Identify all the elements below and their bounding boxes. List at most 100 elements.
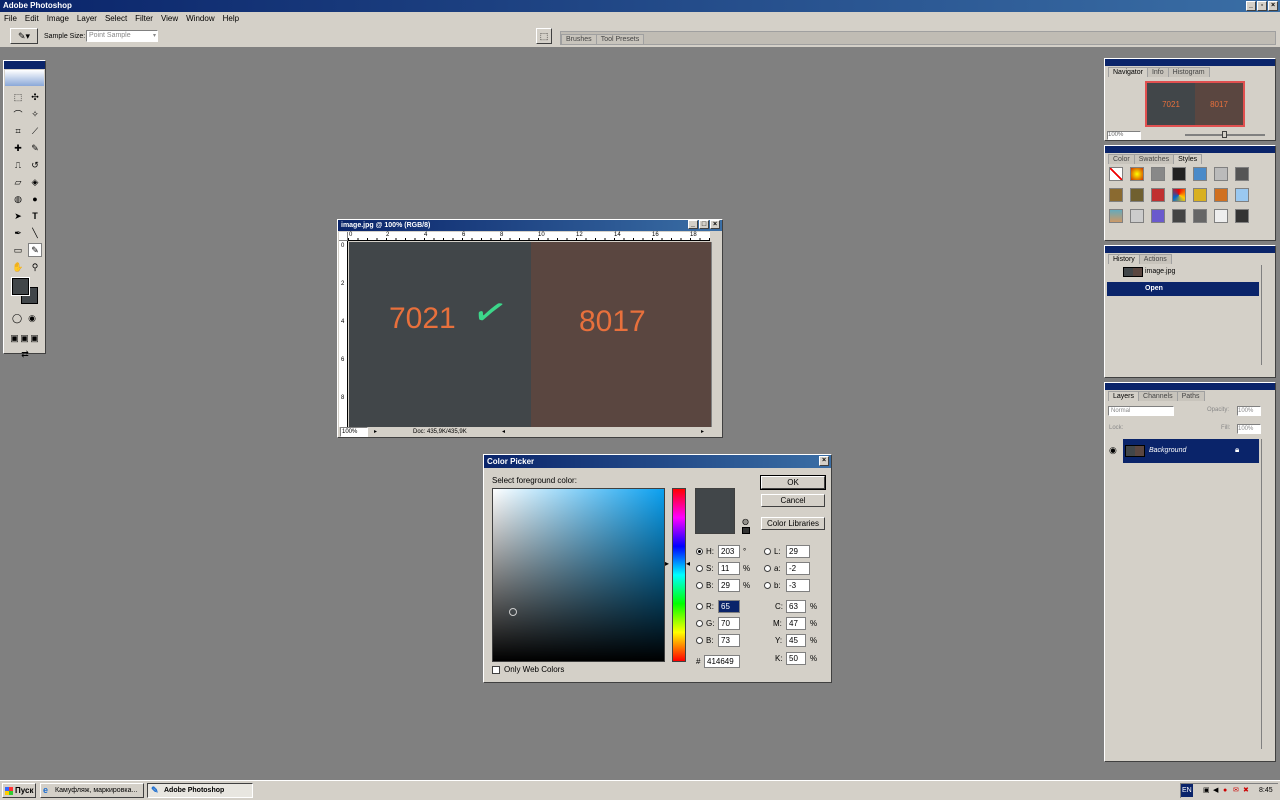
foreground-color-swatch[interactable] (11, 277, 30, 296)
navigator-thumbnail[interactable]: 7021 8017 (1145, 81, 1245, 127)
tab-channels[interactable]: Channels (1138, 391, 1178, 401)
s-radio[interactable] (696, 565, 703, 572)
hue-slider-right-arrow[interactable]: ◂ (686, 559, 690, 568)
task-browser[interactable]: e Камуфляж, маркировка... (40, 783, 144, 798)
tab-swatches[interactable]: Swatches (1133, 154, 1175, 164)
path-selection-tool-icon[interactable]: ➤ (11, 209, 25, 223)
tray-volume-icon[interactable]: ◀ (1213, 784, 1218, 797)
tray-antivirus-icon[interactable]: ● (1223, 784, 1227, 797)
style-fire[interactable] (1130, 167, 1144, 181)
style-darkgray[interactable] (1193, 209, 1207, 223)
restore-button[interactable]: ▫ (1257, 1, 1267, 11)
color-field[interactable] (492, 488, 665, 662)
menu-edit[interactable]: Edit (25, 12, 39, 25)
cancel-button[interactable]: Cancel (761, 494, 825, 507)
zoom-field[interactable]: 100% (340, 427, 368, 437)
r-field[interactable]: 65 (718, 600, 740, 613)
tab-tool-presets[interactable]: Tool Presets (595, 34, 645, 44)
blend-mode-select[interactable]: Normal (1108, 406, 1174, 416)
style-silver[interactable] (1214, 167, 1228, 181)
minimize-button[interactable]: _ (1246, 1, 1256, 11)
slice-tool-icon[interactable]: ⟋ (28, 124, 42, 138)
a-field[interactable]: -2 (786, 562, 810, 575)
style-charcoal[interactable] (1172, 209, 1186, 223)
dodge-tool-icon[interactable]: ● (28, 192, 42, 206)
c-field[interactable]: 63 (786, 600, 806, 613)
notes-tool-icon[interactable]: ▭ (11, 243, 25, 257)
fill-field[interactable]: 100% (1237, 424, 1261, 434)
tab-info[interactable]: Info (1146, 67, 1169, 77)
menu-view[interactable]: View (161, 12, 178, 25)
history-state-open[interactable]: Open (1107, 282, 1259, 296)
clone-stamp-tool-icon[interactable]: ⎍ (11, 158, 25, 172)
m-field[interactable]: 47 (786, 617, 806, 630)
b-field[interactable]: 29 (718, 579, 740, 592)
paint-bucket-tool-icon[interactable]: ◈ (28, 175, 42, 189)
ok-button[interactable]: OK (760, 475, 826, 490)
h-radio[interactable] (696, 548, 703, 555)
style-black[interactable] (1235, 209, 1249, 223)
marquee-tool-icon[interactable]: ⬚ (11, 90, 25, 104)
blue-radio[interactable] (696, 637, 703, 644)
lab-b-field[interactable]: -3 (786, 579, 810, 592)
style-pattern[interactable] (1130, 209, 1144, 223)
doc-scroll-right-icon[interactable]: ▸ (701, 427, 704, 437)
menu-help[interactable]: Help (223, 12, 239, 25)
style-gold[interactable] (1193, 188, 1207, 202)
tab-brushes[interactable]: Brushes (561, 34, 597, 44)
tray-mail-icon[interactable]: ✉ (1233, 784, 1239, 797)
doc-vertical-scrollbar[interactable] (711, 242, 721, 427)
doc-close-button[interactable]: × (710, 220, 720, 229)
tab-layers[interactable]: Layers (1108, 391, 1140, 401)
eyedropper-tool-icon[interactable]: ✎ (28, 243, 42, 257)
line-tool-icon[interactable]: ╲ (28, 226, 42, 240)
menu-select[interactable]: Select (105, 12, 127, 25)
l-field[interactable]: 29 (786, 545, 810, 558)
menu-window[interactable]: Window (186, 12, 214, 25)
quick-mask-mode-icon[interactable]: ◉ (26, 311, 38, 325)
palette-well-icon[interactable]: ⬚ (536, 28, 552, 44)
hue-slider[interactable] (672, 488, 686, 662)
move-tool-icon[interactable]: ✣ (28, 90, 42, 104)
a-radio[interactable] (764, 565, 771, 572)
menu-layer[interactable]: Layer (77, 12, 97, 25)
tab-navigator[interactable]: Navigator (1108, 67, 1148, 77)
style-steel[interactable] (1235, 167, 1249, 181)
screen-mode-full-icon[interactable]: ▣ (30, 331, 39, 345)
pen-tool-icon[interactable]: ✒ (11, 226, 25, 240)
g-radio[interactable] (696, 620, 703, 627)
doc-scroll-left-icon[interactable]: ◂ (502, 427, 505, 437)
style-blue[interactable] (1193, 167, 1207, 181)
history-snapshot[interactable]: image.jpg (1107, 265, 1259, 279)
style-gray[interactable] (1151, 167, 1165, 181)
zoom-tool-icon[interactable]: ⚲ (28, 260, 42, 274)
g-field[interactable]: 70 (718, 617, 740, 630)
eraser-tool-icon[interactable]: ▱ (11, 175, 25, 189)
doc-maximize-button[interactable]: □ (699, 220, 709, 229)
style-landscape[interactable] (1109, 209, 1123, 223)
eyedropper-preset-button[interactable]: ✎▾ (10, 28, 38, 44)
status-menu-icon[interactable]: ▸ (374, 427, 377, 437)
layers-scrollbar[interactable] (1261, 439, 1273, 749)
web-colors-checkbox[interactable] (492, 666, 500, 674)
style-multi[interactable] (1172, 188, 1186, 202)
style-none[interactable] (1109, 167, 1123, 181)
sample-size-select[interactable]: Point Sample ▾ (86, 30, 158, 42)
gamut-warning-icon[interactable]: ◍ (742, 517, 749, 526)
tab-histogram[interactable]: Histogram (1167, 67, 1210, 77)
h-field[interactable]: 203 (718, 545, 740, 558)
style-dark[interactable] (1172, 167, 1186, 181)
layer-background[interactable]: ◉ Background 🔒︎ (1107, 439, 1259, 463)
k-field[interactable]: 50 (786, 652, 806, 665)
hex-field[interactable]: 414649 (704, 655, 740, 668)
screen-mode-full-menu-icon[interactable]: ▣ (20, 331, 29, 345)
crop-tool-icon[interactable]: ⌗ (11, 124, 25, 138)
brush-tool-icon[interactable]: ✎ (28, 141, 42, 155)
tab-paths[interactable]: Paths (1176, 391, 1205, 401)
lab-b-radio[interactable] (764, 582, 771, 589)
menu-filter[interactable]: Filter (135, 12, 153, 25)
close-button[interactable]: × (1268, 1, 1278, 11)
tray-app-icon[interactable]: ✖ (1243, 784, 1249, 797)
web-safe-swatch[interactable] (742, 527, 750, 534)
style-brown[interactable] (1109, 188, 1123, 202)
